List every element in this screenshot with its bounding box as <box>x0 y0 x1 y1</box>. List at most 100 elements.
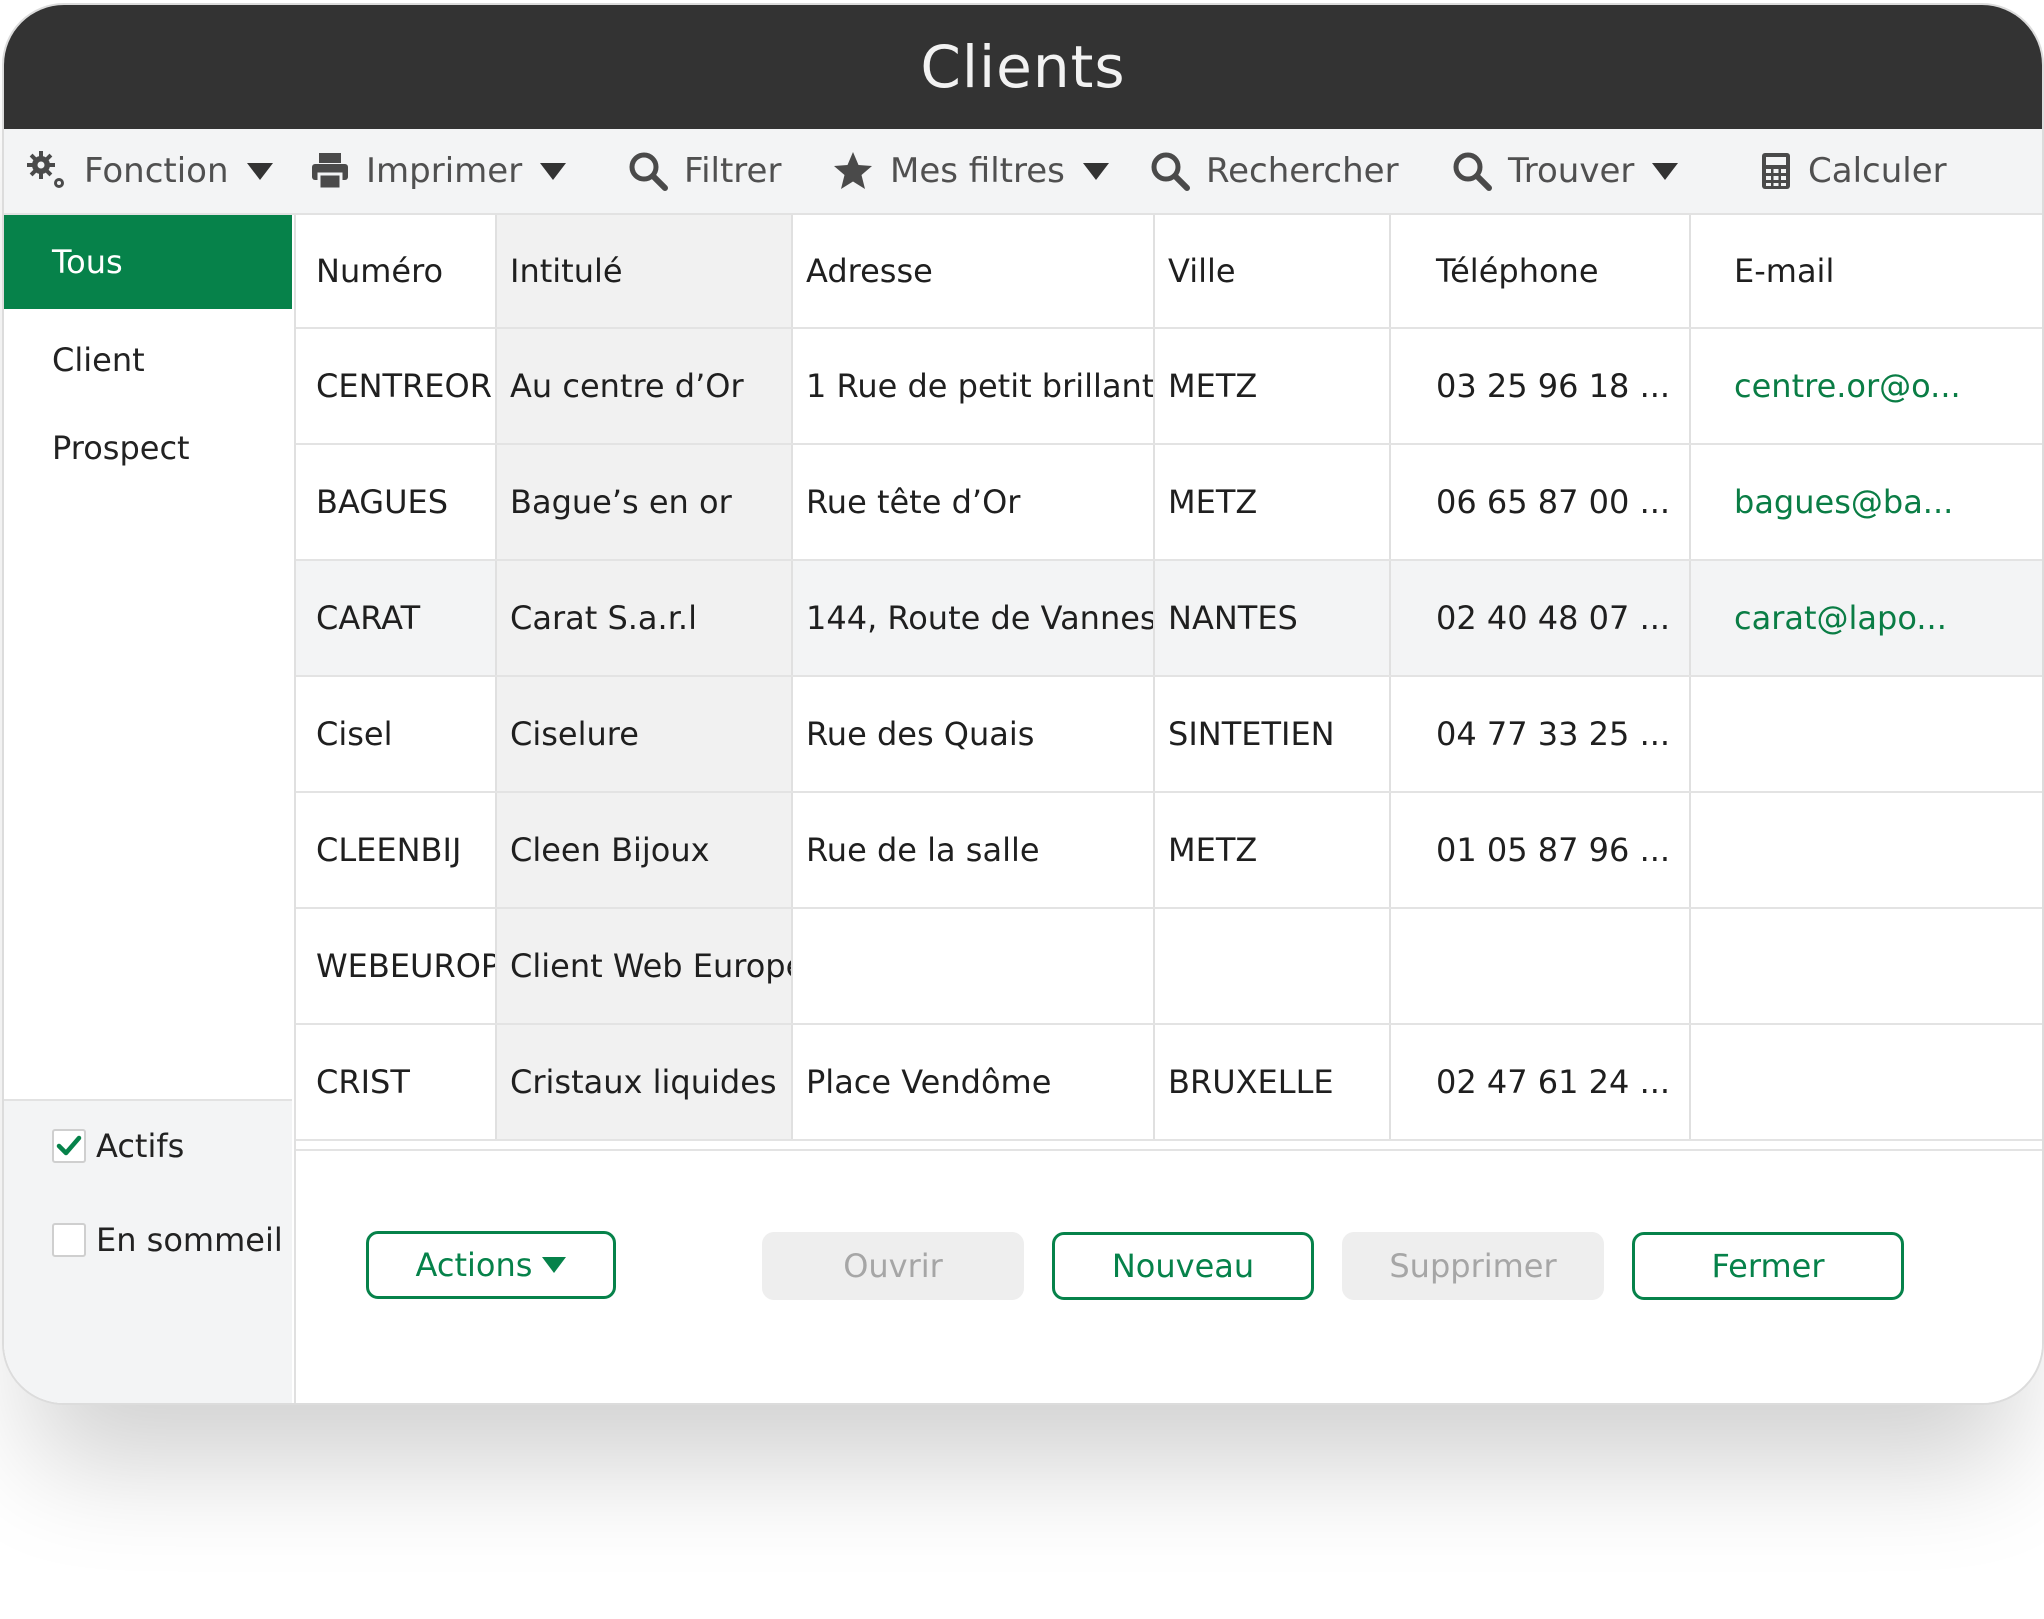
column-divider <box>1389 329 1391 443</box>
column-divider <box>1153 1025 1155 1139</box>
chevron-down-icon <box>1652 162 1679 180</box>
search-icon <box>1453 152 1492 191</box>
calculer-button[interactable]: Calculer <box>1760 129 1947 213</box>
column-divider <box>1689 677 1691 791</box>
nouveau-button[interactable]: Nouveau <box>1052 1232 1314 1300</box>
actifs-label: Actifs <box>96 1127 185 1165</box>
cell-intitule: Bague’s en or <box>496 445 792 559</box>
column-divider[interactable] <box>1689 215 1691 327</box>
column-header-adresse[interactable]: Adresse <box>792 215 1154 327</box>
table-row[interactable]: CRIST Cristaux liquides Place Vendôme BRUXE… <box>296 1025 2042 1141</box>
fermer-button[interactable]: Fermer <box>1632 1232 1904 1300</box>
clients-window: Clients Fonction Imprimer Filtrer Mes fi… <box>2 3 2044 1405</box>
column-divider <box>495 561 497 675</box>
column-divider <box>791 677 793 791</box>
sidebar-item-tous[interactable]: Tous <box>4 215 292 309</box>
cell-email[interactable] <box>1690 677 2042 791</box>
chevron-down-icon <box>540 162 567 180</box>
cell-telephone: 04 77 33 25 ... <box>1436 715 1671 753</box>
column-divider[interactable] <box>495 215 497 327</box>
cell-numero: Cisel <box>316 715 393 753</box>
en-sommeil-checkbox[interactable]: En sommeil <box>52 1221 283 1259</box>
column-divider <box>791 793 793 907</box>
search-icon <box>1151 152 1190 191</box>
cell-adresse: Rue tête d’Or <box>806 483 1021 521</box>
cell-email[interactable] <box>1690 909 2042 1023</box>
cell-email[interactable]: centre.or@o... <box>1690 329 2042 443</box>
column-divider <box>791 445 793 559</box>
column-divider <box>1389 1025 1391 1139</box>
cell-numero: CENTREOR <box>316 367 492 405</box>
column-divider <box>495 445 497 559</box>
cell-adresse: 1 Rue de petit brillant <box>806 367 1154 405</box>
calculer-label: Calculer <box>1808 151 1947 191</box>
filtrer-button[interactable]: Filtrer <box>628 129 781 213</box>
rechercher-button[interactable]: Rechercher <box>1150 129 1399 213</box>
sidebar-item-prospect[interactable]: Prospect <box>4 401 292 495</box>
imprimer-menu[interactable]: Imprimer <box>310 129 567 213</box>
mes-filtres-menu[interactable]: Mes filtres <box>832 129 1109 213</box>
table-row[interactable]: WEBEUROPEClient Web Europe <box>296 909 2042 1025</box>
cell-ville: METZ <box>1168 483 1258 521</box>
cell-adresse: Rue de la salle <box>806 831 1040 869</box>
column-divider <box>1389 793 1391 907</box>
actions-label: Actions <box>415 1246 533 1284</box>
column-header-ville[interactable]: Ville <box>1154 215 1390 327</box>
table-row[interactable]: CENTREOR Au centre d’Or 1 Rue de petit bri… <box>296 329 2042 445</box>
trouver-menu[interactable]: Trouver <box>1452 129 1679 213</box>
supprimer-button[interactable]: Supprimer <box>1342 1232 1604 1300</box>
column-divider <box>1689 909 1691 1023</box>
chevron-down-icon <box>246 162 273 180</box>
cell-numero: WEBEUROPE <box>316 947 496 985</box>
column-divider <box>791 1025 793 1139</box>
checkmark-icon <box>56 1135 82 1156</box>
column-divider <box>495 677 497 791</box>
cell-adresse: Rue des Quais <box>806 715 1035 753</box>
cell-intitule: Cleen Bijoux <box>496 793 792 907</box>
table-header-row: Numéro Intitulé Adresse Ville Téléphone E-mai… <box>296 215 2042 329</box>
column-header-telephone[interactable]: Téléphone <box>1390 215 1690 327</box>
cell-adresse: 144, Route de Vannes <box>806 599 1154 637</box>
column-divider <box>791 561 793 675</box>
sidebar-item-client[interactable]: Client <box>4 313 292 407</box>
column-header-email[interactable]: E-mail <box>1690 215 2042 327</box>
imprimer-label: Imprimer <box>366 151 523 191</box>
table-row[interactable]: BAGUES Bague’s en or Rue tête d’Or METZ 06 6… <box>296 445 2042 561</box>
column-divider <box>1153 677 1155 791</box>
filtrer-label: Filtrer <box>684 151 782 191</box>
actifs-checkbox[interactable]: Actifs <box>52 1127 184 1165</box>
column-divider <box>791 329 793 443</box>
rechercher-label: Rechercher <box>1206 151 1399 191</box>
column-header-numero[interactable]: Numéro <box>296 215 496 327</box>
column-divider[interactable] <box>1153 215 1155 327</box>
column-divider[interactable] <box>1389 215 1391 327</box>
checkbox-box <box>52 1223 86 1257</box>
column-divider[interactable] <box>791 215 793 327</box>
star-icon <box>834 152 872 189</box>
cell-adresse <box>792 909 1154 1023</box>
cell-ville: BRUXELLE <box>1168 1063 1334 1101</box>
table-row[interactable]: Cisel Ciselure Rue des Quais SINTETIEN 04 77… <box>296 677 2042 793</box>
table-row[interactable]: CARAT Carat S.a.r.l 144, Route de Vannes NA… <box>296 561 2042 677</box>
mes-filtres-label: Mes filtres <box>890 151 1065 191</box>
table-row[interactable]: CLEENBIJ Cleen Bijoux Rue de la salle METZ 0… <box>296 793 2042 909</box>
column-divider <box>1689 1025 1691 1139</box>
column-divider <box>495 909 497 1023</box>
cell-email[interactable]: carat@lapo... <box>1690 561 2042 675</box>
cell-email[interactable] <box>1690 793 2042 907</box>
column-divider <box>1689 561 1691 675</box>
cell-email[interactable]: bagues@ba... <box>1690 445 2042 559</box>
cell-ville: NANTES <box>1168 599 1298 637</box>
column-divider <box>1389 561 1391 675</box>
column-divider <box>495 793 497 907</box>
actions-button[interactable]: Actions <box>366 1231 616 1299</box>
column-header-intitule[interactable]: Intitulé <box>496 215 792 327</box>
fonction-menu[interactable]: Fonction <box>26 129 273 213</box>
cell-email[interactable] <box>1690 1025 2042 1139</box>
column-divider <box>1389 445 1391 559</box>
toolbar: Fonction Imprimer Filtrer Mes filtres Re… <box>4 129 2042 215</box>
cell-intitule: Carat S.a.r.l <box>496 561 792 675</box>
ouvrir-button[interactable]: Ouvrir <box>762 1232 1024 1300</box>
search-icon <box>629 152 668 191</box>
column-divider <box>1153 561 1155 675</box>
